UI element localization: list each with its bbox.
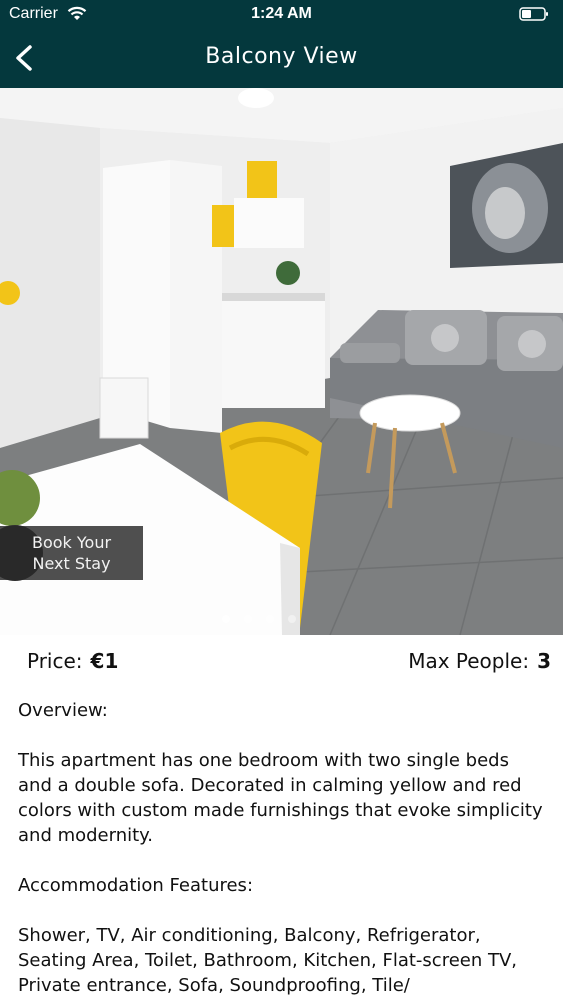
book-button-line2: Next Stay — [32, 554, 111, 573]
page-dot-4[interactable] — [288, 615, 296, 623]
header: Carrier 1:24 AM Balcony View — [0, 0, 563, 88]
page-dot-1[interactable] — [222, 615, 230, 623]
page-title: Balcony View — [205, 44, 358, 69]
book-next-stay-button[interactable]: Book Your Next Stay — [0, 526, 143, 580]
overview-heading: Overview: — [18, 700, 108, 721]
status-bar: Carrier 1:24 AM — [0, 0, 563, 30]
battery-icon — [519, 7, 548, 21]
max-people: Max People: 3 — [408, 649, 551, 673]
book-button-line1: Book Your — [31, 533, 112, 552]
price-value: €1 — [90, 649, 119, 673]
max-people-value: 3 — [537, 649, 551, 673]
page-dot-3[interactable] — [266, 615, 274, 623]
navigation-bar: Balcony View — [0, 30, 563, 88]
clock: 1:24 AM — [251, 5, 312, 22]
info-row: Price: €1 Max People: 3 — [0, 645, 563, 679]
page-indicator[interactable] — [222, 615, 296, 623]
price-label: Price: — [27, 649, 83, 673]
description: Overview: This apartment has one bedroom… — [18, 698, 548, 1000]
overview-text: This apartment has one bedroom with two … — [18, 750, 543, 846]
page-dot-2[interactable] — [244, 615, 252, 623]
features-text: Shower, TV, Air conditioning, Balcony, R… — [18, 925, 518, 996]
max-people-label: Max People: — [408, 649, 530, 673]
price: Price: €1 — [27, 649, 118, 673]
photo-carousel[interactable]: Book Your Next Stay — [0, 88, 563, 635]
features-heading: Accommodation Features: — [18, 875, 254, 896]
